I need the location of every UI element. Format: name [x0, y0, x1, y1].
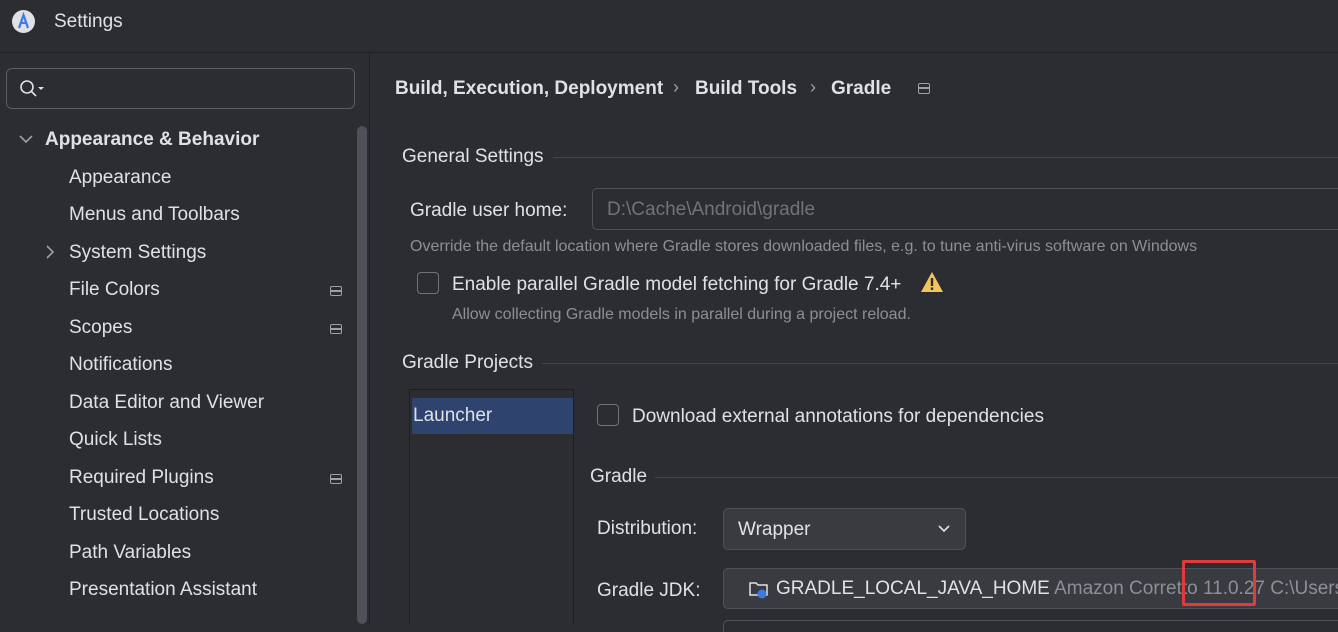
sidebar-item[interactable]: Appearance	[0, 161, 355, 197]
sidebar-item-label: System Settings	[69, 242, 207, 263]
sidebar-item[interactable]: File Colors	[0, 273, 355, 309]
sidebar-item-label: Path Variables	[69, 542, 192, 563]
jdk-folder-icon	[749, 582, 768, 599]
parallel-fetching-checkbox[interactable]	[417, 272, 439, 294]
sidebar-item[interactable]: Notifications	[0, 348, 355, 384]
gradle-user-home-hint: Override the default location where Grad…	[410, 238, 1198, 255]
section-divider	[542, 363, 1338, 364]
sidebar-item[interactable]: Presentation Assistant	[0, 573, 355, 609]
sidebar-item[interactable]: Trusted Locations	[0, 498, 355, 534]
breadcrumb-build-tools[interactable]: Build Tools	[695, 78, 797, 100]
project-name: Launcher	[413, 405, 493, 426]
chevron-down-icon	[938, 525, 950, 533]
gradle-section-title: Gradle	[590, 466, 648, 487]
parallel-fetching-label[interactable]: Enable parallel Gradle model fetching fo…	[452, 274, 901, 296]
sidebar-item-label: Menus and Toolbars	[69, 204, 240, 225]
section-divider	[553, 157, 1338, 158]
warning-icon[interactable]	[920, 271, 944, 293]
settings-sidebar: Appearance & Behavior Appearance Menus and…	[0, 53, 370, 624]
sidebar-item-label: Quick Lists	[69, 429, 162, 450]
sidebar-item-label: Scopes	[69, 317, 133, 338]
breadcrumb-build-execution[interactable]: Build, Execution, Deployment	[395, 78, 663, 100]
jdk-name: GRADLE_LOCAL_JAVA_HOME	[776, 578, 1050, 599]
sidebar-item-label: Presentation Assistant	[69, 579, 257, 600]
settings-content: Build, Execution, Deployment › Build Too…	[370, 53, 1338, 632]
gradle-user-home-label: Gradle user home:	[410, 200, 568, 221]
section-divider	[655, 477, 1338, 478]
sidebar-item-label: Appearance & Behavior	[45, 129, 260, 150]
distribution-value: Wrapper	[738, 519, 811, 540]
gradle-user-home-field[interactable]: D:\Cache\Android\gradle	[592, 188, 1338, 230]
chevron-right-icon[interactable]	[42, 242, 58, 262]
window-title: Settings	[54, 11, 123, 32]
breadcrumb-separator: ›	[810, 77, 816, 97]
sidebar-item[interactable]: Quick Lists	[0, 423, 355, 459]
version-highlight-box	[1182, 560, 1256, 606]
distribution-label: Distribution:	[597, 518, 698, 539]
breadcrumb-separator: ›	[673, 77, 679, 97]
sidebar-item[interactable]: Path Variables	[0, 536, 355, 572]
sidebar-item[interactable]: Appearance & Behavior	[0, 123, 355, 159]
next-field-edge	[723, 620, 1338, 632]
sidebar-item-label: Required Plugins	[69, 467, 214, 488]
sidebar-item[interactable]: Required Plugins	[0, 461, 355, 497]
list-item[interactable]: Launcher	[412, 398, 573, 434]
sidebar-item-label: File Colors	[69, 279, 160, 300]
project-level-icon	[918, 83, 930, 94]
breadcrumb-gradle: Gradle	[831, 78, 892, 99]
sidebar-item[interactable]: Data Editor and Viewer	[0, 386, 355, 422]
sidebar-item-label: Appearance	[69, 167, 172, 188]
general-settings-title: General Settings	[402, 146, 544, 167]
gradle-projects-list: Launcher	[409, 389, 574, 624]
sidebar-item-label: Trusted Locations	[69, 504, 220, 525]
project-level-icon	[330, 286, 342, 296]
sidebar-item-label: Data Editor and Viewer	[69, 392, 265, 413]
gradle-jdk-label: Gradle JDK:	[597, 580, 701, 601]
download-annotations-checkbox[interactable]	[597, 404, 619, 426]
parallel-fetching-hint: Allow collecting Gradle models in parall…	[452, 306, 911, 323]
sidebar-item-label: Notifications	[69, 354, 173, 375]
distribution-select[interactable]: Wrapper	[723, 508, 966, 550]
project-level-icon	[330, 324, 342, 334]
chevron-down-icon[interactable]	[18, 129, 34, 149]
sidebar-item[interactable]: Scopes	[0, 311, 355, 347]
search-input[interactable]	[6, 68, 355, 109]
sidebar-scrollbar[interactable]	[357, 126, 367, 624]
gradle-projects-title: Gradle Projects	[402, 352, 533, 373]
title-bar: Settings	[0, 0, 1338, 53]
search-icon	[20, 80, 44, 97]
download-annotations-label[interactable]: Download external annotations for depend…	[632, 406, 1044, 428]
project-level-icon	[330, 474, 342, 484]
sidebar-item[interactable]: System Settings	[0, 236, 355, 272]
android-studio-icon	[12, 10, 35, 33]
gradle-user-home-value: D:\Cache\Android\gradle	[607, 199, 816, 220]
sidebar-item[interactable]: Menus and Toolbars	[0, 198, 355, 234]
